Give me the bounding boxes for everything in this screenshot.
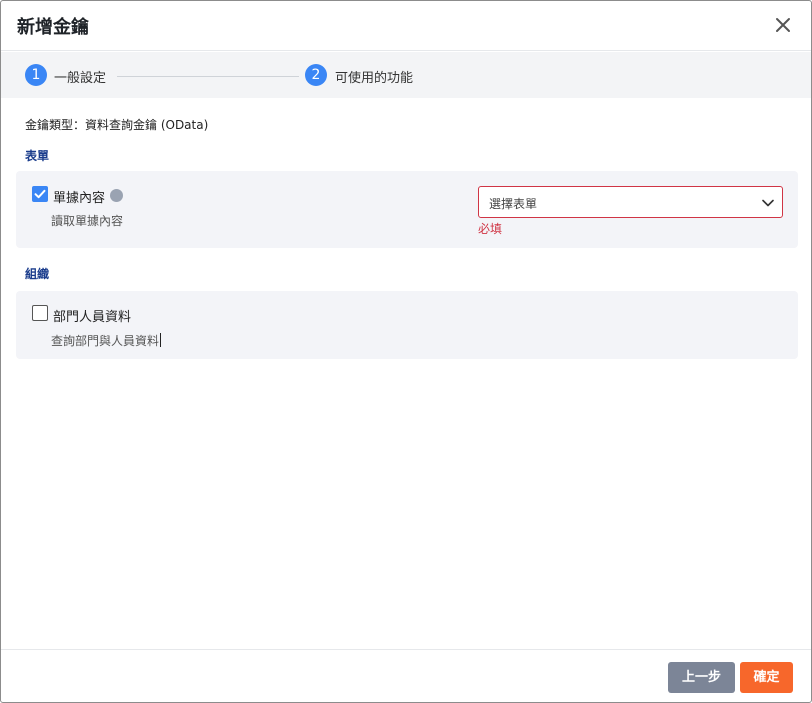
dialog-title: 新增金鑰: [17, 17, 89, 38]
previous-step-button[interactable]: 上一步: [668, 662, 735, 693]
department-data-description-wrap: 查詢部門與人員資料: [51, 332, 162, 349]
department-data-label: 部門人員資料: [53, 310, 132, 325]
form-select[interactable]: 選擇表單: [478, 186, 783, 218]
department-data-checkbox[interactable]: [32, 305, 48, 321]
department-data-description: 查詢部門與人員資料: [51, 334, 160, 348]
step-2-label: 可使用的功能: [335, 71, 414, 86]
step-1-label: 一般設定: [54, 71, 107, 86]
form-content-checkbox[interactable]: [32, 186, 48, 202]
dialog-footer: 上一步 確定: [1, 649, 811, 702]
step-connector: [117, 76, 299, 77]
close-icon[interactable]: [769, 11, 797, 39]
text-cursor: [160, 333, 162, 347]
confirm-button[interactable]: 確定: [740, 662, 793, 693]
form-content-description: 讀取單據內容: [51, 214, 124, 228]
key-type-text: 金鑰類型：資料查詢金鑰 (OData): [25, 118, 209, 132]
check-icon: [34, 189, 46, 199]
step-2-number: 2: [305, 64, 327, 86]
section-title-form: 表單: [25, 149, 50, 163]
required-error-text: 必填: [478, 222, 503, 236]
add-key-dialog: 新增金鑰 1 一般設定 2 可使用的功能 金鑰類型：資料查詢金鑰 (OData)…: [0, 0, 812, 703]
form-content-label: 單據內容: [53, 191, 106, 206]
chevron-down-icon: [760, 195, 776, 215]
stepper: 1 一般設定 2 可使用的功能: [1, 52, 811, 98]
info-icon[interactable]: [110, 189, 123, 202]
section-title-organization: 組織: [25, 267, 50, 281]
dialog-header: 新增金鑰: [1, 1, 811, 51]
form-select-placeholder: 選擇表單: [489, 197, 538, 211]
step-1-number: 1: [25, 64, 47, 86]
